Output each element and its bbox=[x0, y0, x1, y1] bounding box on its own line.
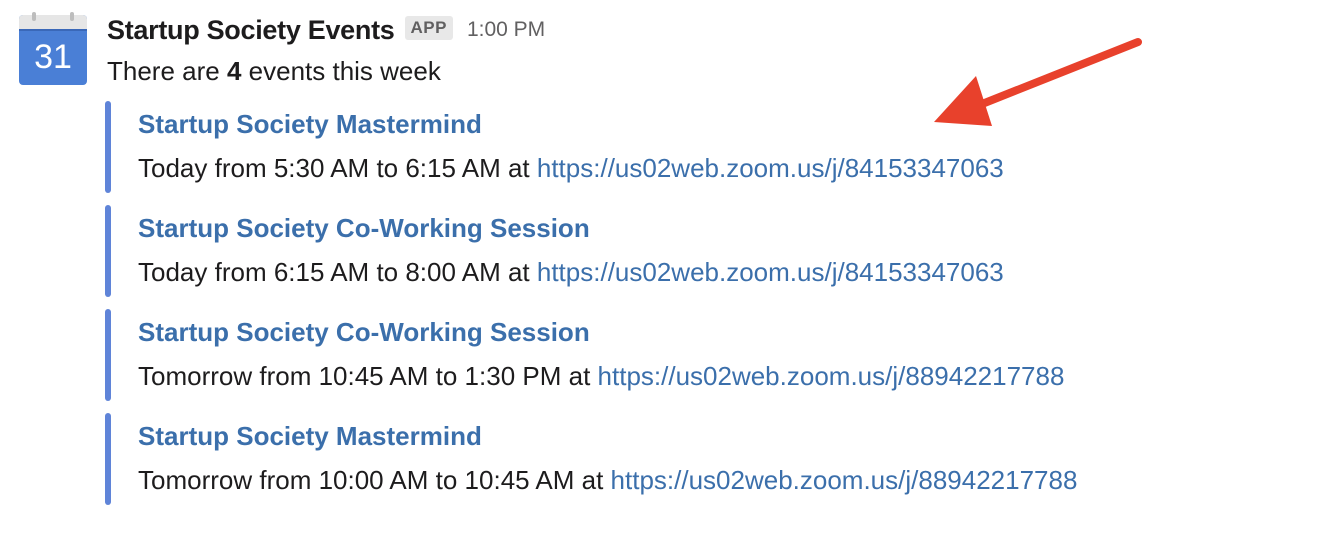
arrow-icon bbox=[934, 38, 1142, 126]
zoom-link[interactable]: https://us02web.zoom.us/j/84153347063 bbox=[537, 153, 1004, 183]
event-attachment: Startup Society Co-Working Session Tomor… bbox=[105, 309, 1305, 401]
zoom-link[interactable]: https://us02web.zoom.us/j/84153347063 bbox=[537, 257, 1004, 287]
app-badge: APP bbox=[404, 16, 453, 40]
attachment-bar bbox=[105, 205, 111, 297]
message: 31 Startup Society Events APP 1:00 PM Th… bbox=[0, 0, 1334, 534]
message-header: Startup Society Events APP 1:00 PM bbox=[107, 12, 545, 48]
event-time: Today from 5:30 AM to 6:15 AM at bbox=[138, 153, 537, 183]
event-detail: Tomorrow from 10:45 AM to 1:30 PM at htt… bbox=[138, 361, 1064, 392]
event-detail: Today from 5:30 AM to 6:15 AM at https:/… bbox=[138, 153, 1004, 184]
event-title-link[interactable]: Startup Society Co-Working Session bbox=[138, 317, 590, 348]
event-list: Startup Society Mastermind Today from 5:… bbox=[105, 101, 1305, 517]
event-time: Tomorrow from 10:00 AM to 10:45 AM at bbox=[138, 465, 611, 495]
attachment-bar bbox=[105, 413, 111, 505]
event-detail: Tomorrow from 10:00 AM to 10:45 AM at ht… bbox=[138, 465, 1077, 496]
sender-name[interactable]: Startup Society Events bbox=[107, 15, 395, 46]
event-detail: Today from 6:15 AM to 8:00 AM at https:/… bbox=[138, 257, 1004, 288]
event-time: Today from 6:15 AM to 8:00 AM at bbox=[138, 257, 537, 287]
zoom-link[interactable]: https://us02web.zoom.us/j/88942217788 bbox=[611, 465, 1078, 495]
event-attachment: Startup Society Mastermind Tomorrow from… bbox=[105, 413, 1305, 505]
attachment-bar bbox=[105, 309, 111, 401]
event-title-link[interactable]: Startup Society Mastermind bbox=[138, 421, 482, 452]
message-summary: There are 4 events this week bbox=[107, 56, 441, 87]
event-title-link[interactable]: Startup Society Co-Working Session bbox=[138, 213, 590, 244]
summary-prefix: There are bbox=[107, 56, 227, 86]
timestamp[interactable]: 1:00 PM bbox=[467, 18, 545, 42]
summary-count: 4 bbox=[226, 56, 242, 86]
event-attachment: Startup Society Co-Working Session Today… bbox=[105, 205, 1305, 297]
event-title-link[interactable]: Startup Society Mastermind bbox=[138, 109, 482, 140]
calendar-day: 31 bbox=[34, 38, 72, 76]
attachment-bar bbox=[105, 101, 111, 193]
summary-suffix: events this week bbox=[241, 56, 441, 86]
zoom-link[interactable]: https://us02web.zoom.us/j/88942217788 bbox=[598, 361, 1065, 391]
calendar-icon[interactable]: 31 bbox=[18, 12, 88, 86]
event-time: Tomorrow from 10:45 AM to 1:30 PM at bbox=[138, 361, 598, 391]
